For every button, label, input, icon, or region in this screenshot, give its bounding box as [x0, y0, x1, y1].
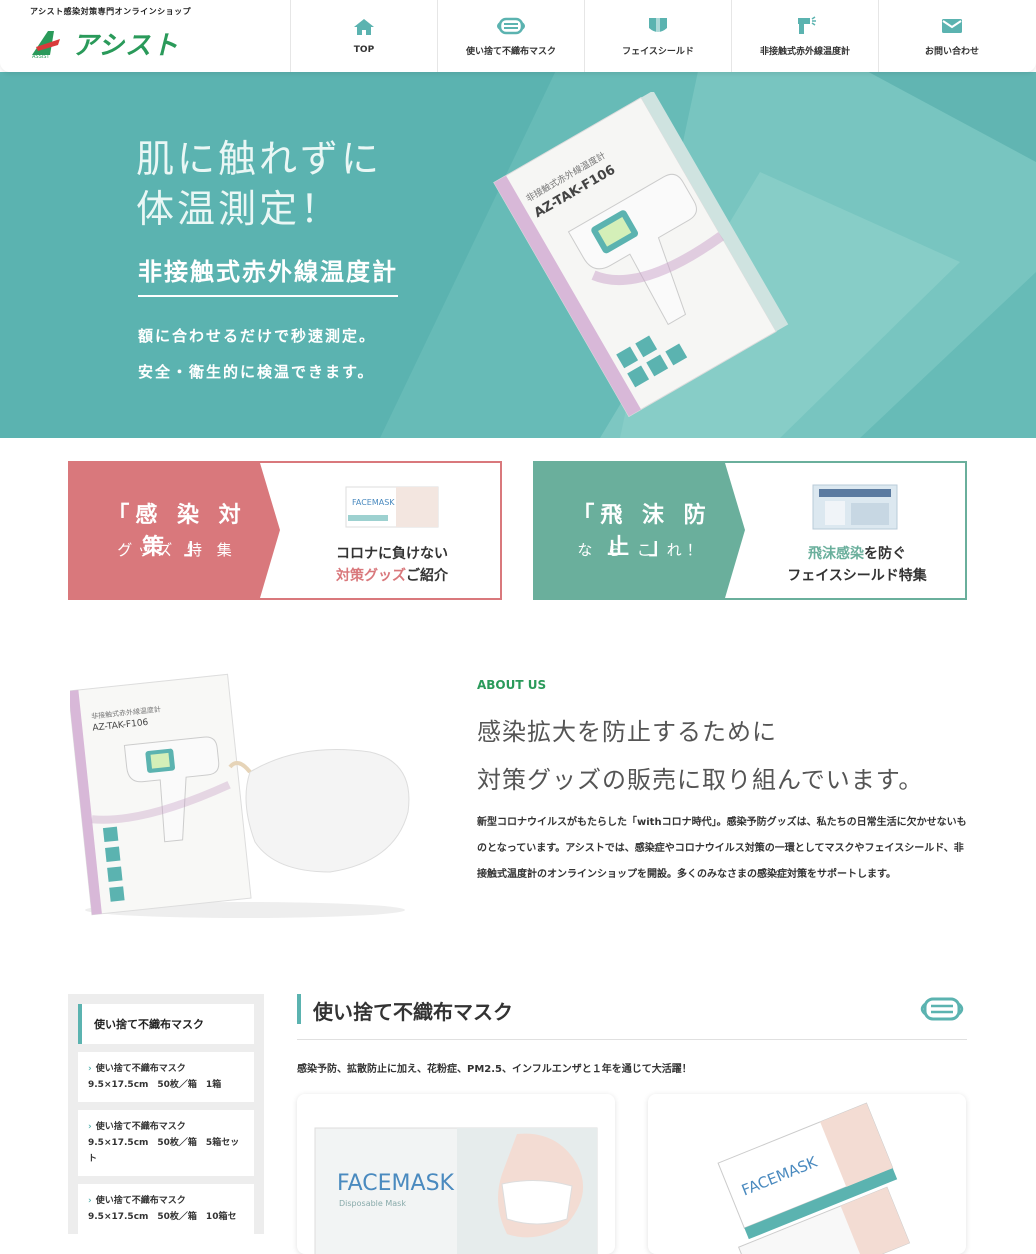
banner-text: コロナに負けない 対策グッズご紹介: [292, 543, 492, 587]
about-text: 新型コロナウイルスがもたらした「withコロナ時代」。感染予防グッズは、私たちの…: [477, 817, 967, 880]
banner-text-line-1: コロナに負けない: [336, 546, 448, 562]
mask-box-thumbnail: FACEMASK: [345, 486, 439, 528]
hero-description: 額に合わせるだけで秒速測定。 安全・衛生的に検温できます。: [138, 318, 376, 390]
hero-headline: 肌に触れずに 体温測定！: [136, 134, 382, 234]
sidebar-item-line-2: 9.5×17.5cm 50枚／箱 1箱: [88, 1080, 222, 1090]
sidebar-item-line-1: › 使い捨て不織布マスク: [88, 1119, 244, 1135]
nav-thermometer[interactable]: 非接触式赤外線温度計: [731, 0, 878, 72]
banner-droplet-prevention[interactable]: 「飛 沫 防 止 」 な ら こ れ！ 飛沫感染を防ぐ フェイスシールド特集: [533, 461, 967, 600]
logo-mark: ASSIST アシスト: [30, 25, 191, 62]
svg-text:ASSIST: ASSIST: [32, 54, 50, 59]
hero-banner[interactable]: 肌に触れずに 体温測定！ 非接触式赤外線温度計 額に合わせるだけで秒速測定。 安…: [0, 72, 1036, 438]
hero-line-1: 肌に触れずに: [136, 137, 383, 181]
nav-top[interactable]: TOP: [290, 0, 437, 72]
chevron-right-icon: ›: [88, 1122, 92, 1132]
about-title-line-1: 感染拡大を防止するために: [477, 718, 777, 746]
banner-text-rest: を防ぐ: [864, 546, 906, 562]
product-subtitle: Disposable Mask: [339, 1199, 406, 1208]
thermometer-product-image: 非接触式赤外線温度計 AZ-TAK-F106: [493, 92, 789, 418]
logo[interactable]: アシスト感染対策専門オンラインショップ ASSIST アシスト: [30, 6, 191, 62]
sidebar-item-line-1: › 使い捨て不織布マスク: [88, 1061, 244, 1077]
nav-face-shield[interactable]: フェイスシールド: [584, 0, 731, 72]
logo-a-icon: ASSIST: [32, 30, 60, 59]
chevron-right-icon: ›: [88, 1064, 92, 1074]
banner-sub: な ら こ れ！: [577, 541, 707, 559]
sidebar-item[interactable]: › 使い捨て不織布マスク 9.5×17.5cm 50枚／箱 5箱セット: [78, 1110, 254, 1176]
hero-desc-1: 額に合わせるだけで秒速測定。: [138, 327, 377, 345]
sidebar-item-line-1: › 使い捨て不織布マスク: [88, 1193, 244, 1209]
face-shield-thumbnail: [812, 484, 898, 530]
sidebar-item-name: 使い捨て不織布マスク: [95, 1064, 186, 1074]
sidebar-title: 使い捨て不織布マスク: [78, 1004, 254, 1044]
sidebar-item-name: 使い捨て不織布マスク: [95, 1122, 186, 1132]
nav-mask[interactable]: 使い捨て不織布マスク: [437, 0, 584, 72]
nav-label: 使い捨て不織布マスク: [465, 46, 556, 57]
nav-label: TOP: [353, 45, 375, 55]
main-nav: TOP 使い捨て不織布マスク フェイスシールド 非接触式赤外線温度計 お問い合わ…: [290, 0, 1025, 72]
banner-text-line-2: 対策グッズご紹介: [292, 565, 492, 587]
face-shield-icon: [649, 17, 667, 32]
sidebar-item-line-2: 9.5×17.5cm 50枚／箱 10箱セ: [88, 1212, 237, 1222]
svg-text:FACEMASK: FACEMASK: [352, 498, 395, 507]
facemask-box-image: FACEMASK Disposable Mask: [314, 1127, 598, 1254]
sidebar-item[interactable]: › 使い捨て不織布マスク 9.5×17.5cm 50枚／箱 10箱セ: [78, 1184, 254, 1234]
product-card[interactable]: FACEMASK Disposable Mask: [297, 1094, 615, 1254]
section-description: 感染予防、拡散防止に加え、花粉症、PM2.5、インフルエンザと１年を通じて大活躍…: [297, 1064, 692, 1075]
banner-accent-text: 飛沫感染: [808, 546, 864, 562]
hero-subtitle: 非接触式赤外線温度計: [138, 252, 398, 297]
sidebar-item[interactable]: › 使い捨て不織布マスク 9.5×17.5cm 50枚／箱 1箱: [78, 1052, 254, 1102]
banner-text-line-1: 飛沫感染を防ぐ: [757, 543, 957, 565]
nav-label: お問い合わせ: [924, 46, 979, 57]
about-product-image: 非接触式赤外線温度計 AZ-TAK-F106: [70, 673, 410, 918]
site-header: アシスト感染対策専門オンラインショップ ASSIST アシスト TOP 使い捨て…: [0, 0, 1036, 72]
sidebar: 使い捨て不織布マスク › 使い捨て不織布マスク 9.5×17.5cm 50枚／箱 …: [68, 994, 264, 1234]
home-icon: [354, 19, 374, 35]
about-title: 感染拡大を防止するために 対策グッズの販売に取り組んでいます。: [477, 708, 923, 804]
section-header: 使い捨て不織布マスク: [297, 992, 967, 1040]
banner-text: 飛沫感染を防ぐ フェイスシールド特集: [757, 543, 957, 587]
product-card[interactable]: FACEMASK: [648, 1094, 966, 1254]
mail-icon: [942, 18, 962, 33]
product-brand: FACEMASK: [337, 1171, 455, 1196]
hero-desc-2: 安全・衛生的に検温できます。: [138, 363, 375, 381]
nav-contact[interactable]: お問い合わせ: [878, 0, 1025, 72]
thermometer-icon: [798, 15, 816, 34]
banner-infection-control[interactable]: 「感 染 対 策 」 グッズ 特 集 FACEMASK コロナに負けない 対策グ…: [68, 461, 502, 600]
about-title-line-2: 対策グッズの販売に取り組んでいます。: [477, 766, 924, 794]
banner-text-rest: ご紹介: [406, 568, 448, 584]
banner-text-line-2: フェイスシールド特集: [787, 568, 927, 584]
section-title: 使い捨て不織布マスク: [313, 1000, 513, 1024]
sidebar-item-line-2: 9.5×17.5cm 50枚／箱 5箱セット: [88, 1138, 240, 1164]
nav-label: フェイスシールド: [622, 46, 694, 57]
facemask-box-stack-image: FACEMASK: [717, 1102, 911, 1254]
mask-icon: [920, 997, 964, 1021]
logo-tagline: アシスト感染対策専門オンラインショップ: [30, 7, 192, 16]
logo-text: アシスト: [72, 31, 179, 61]
mask-icon: [497, 17, 525, 34]
about-label: ABOUT US: [477, 678, 547, 692]
sidebar-item-name: 使い捨て不織布マスク: [95, 1196, 186, 1206]
hero-line-2: 体温測定！: [136, 187, 342, 231]
chevron-right-icon: ›: [88, 1196, 92, 1206]
section-accent-bar: [297, 994, 301, 1024]
nav-label: 非接触式赤外線温度計: [759, 46, 850, 57]
banner-sub: グッズ 特 集: [117, 541, 237, 559]
banner-accent-text: 対策グッズ: [336, 568, 406, 584]
